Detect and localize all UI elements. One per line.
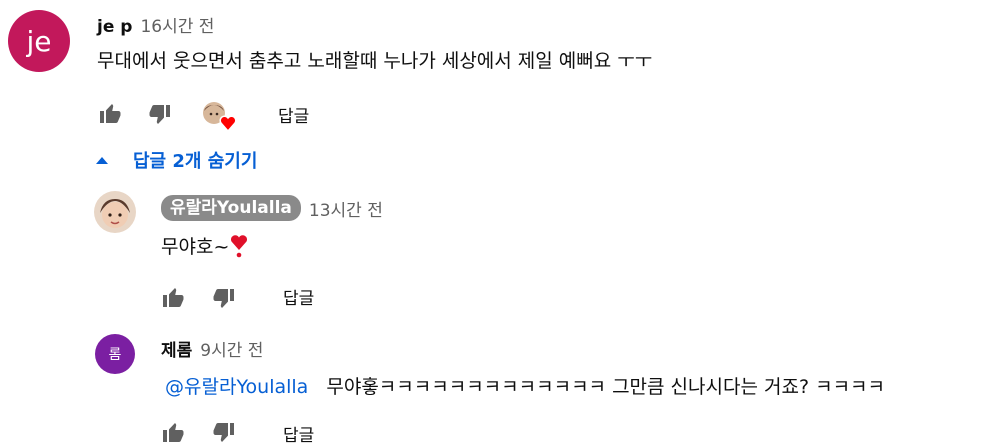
hide-replies-label: 답글 2개 숨기기 <box>133 151 258 172</box>
avatar-initials: 롬 <box>108 347 122 363</box>
comment-time[interactable]: 16시간 전 <box>140 12 214 37</box>
avatar-initials: je <box>26 24 52 58</box>
mention-link[interactable]: @유랄라Youlalla <box>165 376 308 398</box>
reply-button[interactable]: 답글 <box>278 102 309 127</box>
hide-replies-toggle[interactable]: 답글 2개 숨기기 <box>95 147 257 173</box>
like-icon[interactable] <box>97 101 123 125</box>
reply-button[interactable]: 답글 <box>283 421 314 446</box>
heart-exclamation-icon <box>230 234 248 258</box>
channel-owner-badge[interactable]: 유랄라Youlalla <box>161 195 301 221</box>
like-icon[interactable] <box>160 285 186 309</box>
reply-time[interactable]: 13시간 전 <box>309 196 383 221</box>
comment-author[interactable]: je p <box>97 17 132 37</box>
creator-heart-icon <box>201 101 239 133</box>
like-icon[interactable] <box>160 420 186 444</box>
dislike-icon[interactable] <box>211 421 237 445</box>
avatar[interactable] <box>94 191 136 233</box>
reply-text: 무야호~ <box>161 236 230 258</box>
reply-button[interactable]: 답글 <box>283 284 314 309</box>
reply-text: 무야홓ㅋㅋㅋㅋㅋㅋㅋㅋㅋㅋㅋㅋㅋ 그만큼 신나시다는 거죠? ㅋㅋㅋㅋ <box>326 376 886 398</box>
avatar[interactable]: 롬 <box>95 334 135 374</box>
dislike-icon[interactable] <box>211 287 237 311</box>
dislike-icon[interactable] <box>147 103 173 127</box>
avatar[interactable]: je <box>8 10 70 72</box>
reply-time[interactable]: 9시간 전 <box>200 336 263 361</box>
caret-up-icon <box>95 155 111 165</box>
reply-author[interactable]: 제롬 <box>161 336 192 361</box>
comment-text: 무대에서 웃으면서 춤추고 노래할때 누나가 세상에서 제일 예뻐요 ㅜㅜ <box>97 50 653 72</box>
